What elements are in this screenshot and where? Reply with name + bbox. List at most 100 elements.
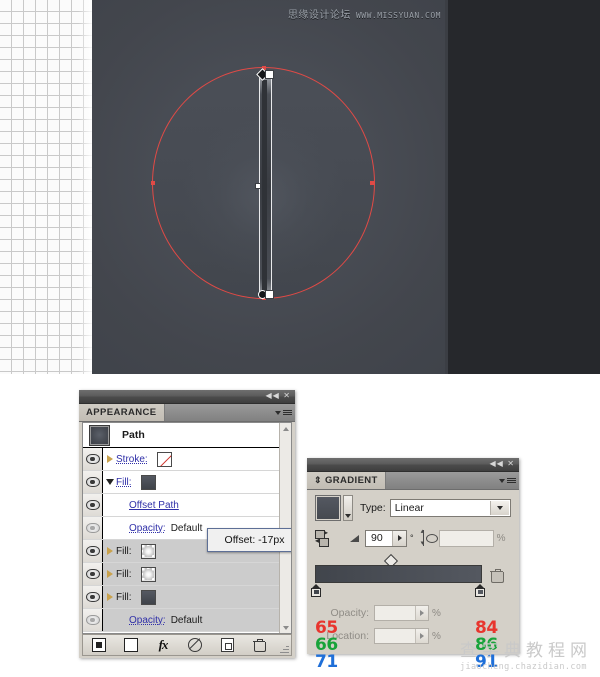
swatch-fill-4[interactable]	[140, 589, 156, 605]
gradient-type-row: Type: Linear	[315, 494, 511, 522]
gradient-start-square-handle[interactable]	[265, 70, 274, 79]
row-value-opacity-inner: Default	[170, 522, 203, 534]
swatch-stroke-none[interactable]	[156, 451, 172, 467]
anchor-point-left[interactable]	[151, 181, 155, 185]
drag-handle-icon[interactable]: ⇕	[314, 475, 322, 486]
swatch-fill-3-gradient	[142, 568, 154, 580]
gradient-preset-dropdown-button[interactable]	[343, 495, 353, 521]
row-label-stroke[interactable]: Stroke:	[116, 454, 148, 465]
resize-grip[interactable]	[280, 644, 289, 653]
visibility-toggle-opacity-outer[interactable]	[83, 609, 103, 631]
visibility-toggle-offset-path[interactable]	[83, 494, 103, 516]
visibility-toggle-fill-main[interactable]	[83, 471, 103, 493]
gradient-origin-handle[interactable]	[255, 183, 261, 189]
duplicate-icon	[220, 638, 234, 652]
swatch-fill-2-gradient	[142, 545, 154, 557]
gradient-panel-body: Type: Linear ▸ ◂ 90 ° ▴▾ %	[307, 488, 519, 671]
appearance-row-stroke[interactable]: Stroke:	[83, 448, 280, 471]
appearance-row-fill-main[interactable]: Fill:	[83, 471, 280, 494]
tab-appearance-label: APPEARANCE	[86, 407, 157, 418]
gradient-type-dropdown-arrow[interactable]	[490, 501, 509, 515]
appearance-row-opacity-outer[interactable]: Opacity: Default	[83, 609, 280, 632]
watermark-bottom-cn: 查字典教程网	[460, 641, 592, 661]
delete-stop-button[interactable]	[490, 569, 504, 583]
gradient-angle-row: ▸ ◂ 90 ° ▴▾ %	[315, 527, 511, 549]
gradient-stop-left[interactable]	[311, 584, 321, 597]
stop-color-left	[313, 590, 319, 594]
tab-appearance[interactable]: APPEARANCE	[79, 404, 165, 421]
opacity-stepper-button[interactable]	[415, 606, 428, 620]
gradient-type-select[interactable]: Linear	[389, 499, 511, 517]
swatch-fill-3[interactable]	[140, 566, 156, 582]
gradient-location-input[interactable]	[374, 628, 429, 644]
row-label-fill-2[interactable]: Fill:	[116, 546, 132, 557]
row-label-fill-main[interactable]: Fill:	[116, 477, 132, 488]
collapse-icon[interactable]: ◀◀	[489, 459, 503, 468]
gradient-preview-swatch[interactable]	[315, 495, 341, 521]
close-icon[interactable]: ✕	[283, 391, 291, 400]
visibility-toggle-fill-4[interactable]	[83, 586, 103, 608]
appearance-target-row[interactable]: Path	[83, 423, 280, 448]
clear-appearance-button[interactable]	[115, 636, 147, 655]
gradient-end-square-handle[interactable]	[265, 290, 274, 299]
gradient-aspect-input[interactable]	[438, 529, 494, 547]
visibility-toggle-opacity-inner[interactable]	[83, 517, 103, 539]
appearance-titlebar-buttons[interactable]: ◀◀ ✕	[265, 391, 291, 400]
scroll-down-arrow-icon[interactable]	[280, 622, 291, 633]
gradient-slider[interactable]	[311, 553, 511, 600]
visibility-toggle-fill-2[interactable]	[83, 540, 103, 562]
appearance-panel-menu-icon[interactable]	[275, 407, 292, 418]
row-label-fill-3[interactable]: Fill:	[116, 569, 132, 580]
chevron-right-icon	[106, 593, 113, 601]
anchor-point-right[interactable]	[370, 181, 374, 185]
gradient-opacity-input[interactable]	[374, 605, 429, 621]
reverse-gradient-button[interactable]: ▸ ◂	[315, 528, 333, 547]
add-effect-button[interactable]: fx	[147, 636, 179, 655]
scroll-up-arrow-icon[interactable]	[280, 423, 291, 434]
chevron-right-icon	[106, 570, 113, 578]
gradient-annotator-fill	[262, 80, 267, 293]
appearance-row-offset-path[interactable]: Offset Path	[83, 494, 280, 517]
gradient-titlebar[interactable]: ◀◀ ✕	[307, 458, 519, 472]
disclosure-fill-2[interactable]	[103, 547, 116, 555]
eye-icon	[85, 477, 100, 487]
gradient-angle-input[interactable]: 90	[365, 529, 407, 547]
disclosure-stroke[interactable]	[103, 455, 116, 463]
duplicate-item-button[interactable]	[211, 636, 243, 655]
gradient-stop-right[interactable]	[475, 584, 485, 597]
disclosure-fill-4[interactable]	[103, 593, 116, 601]
close-icon[interactable]: ✕	[507, 459, 515, 468]
remove-effect-button[interactable]	[179, 636, 211, 655]
appearance-panel: ◀◀ ✕ APPEARANCE Path Stroke: Fill: Offse…	[79, 390, 295, 658]
location-stepper-button[interactable]	[415, 629, 428, 643]
chevron-right-icon	[420, 633, 424, 639]
watermark-top: 思缘设计论坛 WWW.MISSYUAN.COM	[288, 6, 441, 21]
tab-gradient[interactable]: ⇕ GRADIENT	[307, 472, 386, 489]
trash-icon	[253, 639, 266, 652]
row-label-offset-path[interactable]: Offset Path	[129, 500, 179, 511]
appearance-titlebar[interactable]: ◀◀ ✕	[79, 390, 295, 404]
new-art-with-appearance-button[interactable]	[83, 636, 115, 655]
appearance-row-fill-3[interactable]: Fill:	[83, 563, 280, 586]
row-label-fill-4[interactable]: Fill:	[116, 592, 132, 603]
disclosure-fill-main[interactable]	[103, 479, 116, 485]
visibility-toggle-fill-3[interactable]	[83, 563, 103, 585]
reverse-icon-square-bottom	[319, 538, 329, 547]
angle-stepper-button[interactable]	[392, 530, 406, 546]
row-label-opacity-outer[interactable]: Opacity:	[129, 615, 166, 626]
degree-symbol: °	[410, 533, 414, 543]
gradient-titlebar-buttons[interactable]: ◀◀ ✕	[489, 459, 515, 468]
row-label-opacity-inner[interactable]: Opacity:	[129, 523, 166, 534]
hamburger-icon	[283, 410, 292, 415]
swatch-fill-main[interactable]	[140, 474, 156, 490]
chevron-down-icon	[275, 410, 281, 415]
disclosure-fill-3[interactable]	[103, 570, 116, 578]
delete-item-button[interactable]	[243, 636, 275, 655]
gradient-track[interactable]	[315, 565, 482, 583]
appearance-row-fill-4[interactable]: Fill:	[83, 586, 280, 609]
gradient-panel-menu-icon[interactable]	[499, 475, 516, 486]
swatch-fill-2[interactable]	[140, 543, 156, 559]
collapse-icon[interactable]: ◀◀	[265, 391, 279, 400]
reverse-icon-arrow-right: ▸	[324, 528, 329, 537]
visibility-toggle-stroke[interactable]	[83, 448, 103, 470]
